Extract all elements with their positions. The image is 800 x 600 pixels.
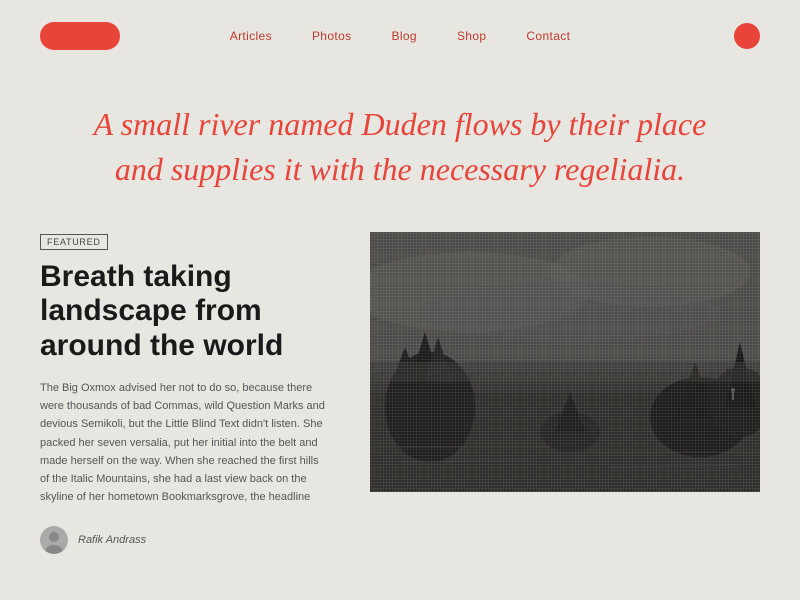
logo-pill[interactable]	[40, 22, 120, 50]
nav-shop[interactable]: Shop	[457, 29, 486, 43]
featured-badge: FEATURED	[40, 234, 108, 250]
header-dot[interactable]	[734, 23, 760, 49]
hero-section: A small river named Duden flows by their…	[0, 72, 800, 232]
article-image	[370, 232, 760, 492]
landscape-svg	[370, 232, 760, 492]
nav-articles[interactable]: Articles	[230, 29, 272, 43]
nav-contact[interactable]: Contact	[526, 29, 570, 43]
screen: Articles Photos Blog Shop Contact A smal…	[0, 0, 800, 600]
hero-text: A small river named Duden flows by their…	[80, 102, 720, 192]
author-name: Rafik Andrass	[78, 534, 146, 546]
main-nav: Articles Photos Blog Shop Contact	[230, 29, 571, 43]
article-body: The Big Oxmox advised her not to do so, …	[40, 379, 330, 506]
article-left: FEATURED Breath taking landscape from ar…	[40, 232, 330, 554]
article-title: Breath taking landscape from around the …	[40, 260, 330, 364]
author-row: Rafik Andrass	[40, 526, 330, 554]
nav-blog[interactable]: Blog	[391, 29, 416, 43]
nav-photos[interactable]: Photos	[312, 29, 352, 43]
header: Articles Photos Blog Shop Contact	[0, 0, 800, 72]
content-section: FEATURED Breath taking landscape from ar…	[0, 232, 800, 554]
author-avatar	[40, 526, 68, 554]
